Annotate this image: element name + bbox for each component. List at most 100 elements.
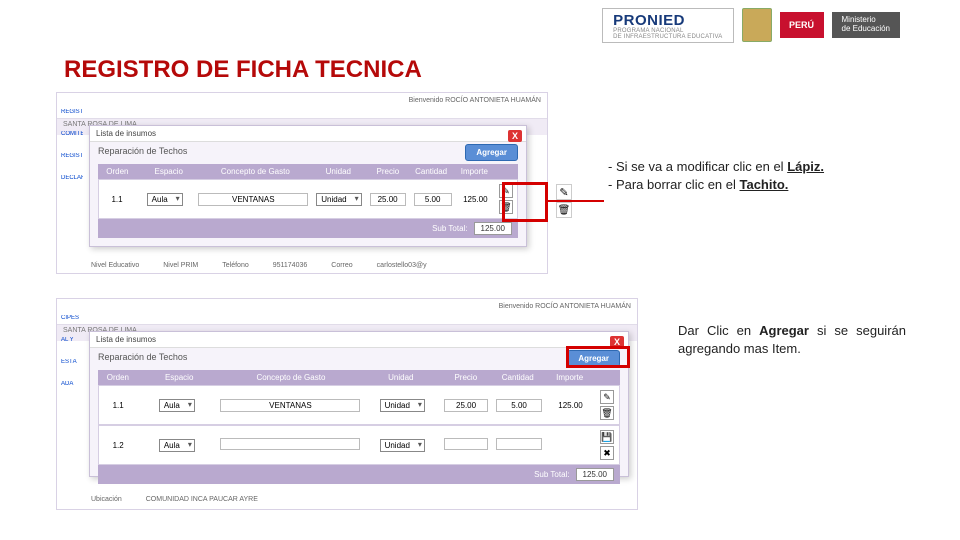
table-header: OrdenEspacioConcepto de GastoUnidadPreci… [98,164,518,179]
sidebar-item[interactable]: ADA [61,381,83,387]
cell-input[interactable]: 25.00 [370,193,406,206]
col-header: Importe [544,370,595,385]
sidebar: REGISTRO F COMITÉ Y REGISTRO DECLARA [57,93,85,273]
cell-input[interactable] [220,438,360,450]
sidebar-item[interactable]: ESTÁ [61,359,83,365]
strip-field: 951174036 [273,262,308,269]
cell-input[interactable]: VENTANAS [198,193,308,206]
subtotal-row: Sub Total: 125.00 [98,465,620,484]
cell-text: 1.2 [99,438,137,453]
cell-input[interactable] [444,438,488,450]
col-header: Precio [440,370,491,385]
pronied-sub2: DE INFRAESTRUCTURA EDUCATIVA [613,34,722,40]
cell-text [546,442,595,448]
col-header: Importe [453,164,495,179]
repair-title: Reparación de Techos [98,352,187,362]
agregar-button[interactable]: Agregar [465,144,518,161]
sidebar: CIPES AL Y ESTÁ ADA [57,299,85,509]
col-header: Espacio [137,164,201,179]
col-header: Concepto de Gasto [221,370,362,385]
delete-icon[interactable]: 🗑 [600,406,614,420]
table-header: OrdenEspacioConcepto de GastoUnidadPreci… [98,370,620,385]
arrow-to-note-1 [548,200,604,202]
strip-field: carlostello03@y [377,262,427,269]
screenshot-1: SANTA ROSA DE LIMA Bienvenido ROCÍO ANTO… [56,92,548,274]
cell-input[interactable]: VENTANAS [220,399,360,412]
note-2: Dar Clic en Agregar si se seguirán agreg… [678,322,906,357]
col-header [595,370,620,385]
sidebar-item[interactable]: AL Y [61,337,83,343]
highlight-agregar [566,346,630,368]
cell-text: 125.00 [456,192,495,207]
espacio-select[interactable]: Aula [159,439,195,452]
unidad-select[interactable]: Unidad [380,439,425,452]
peru-flag: PERÚ [780,12,824,38]
page-title: REGISTRO DE FICHA TECNICA [64,56,422,84]
cell-text: 125.00 [546,398,595,413]
modal-subtitle-row: Reparación de Techos Agregar [90,142,526,160]
modal-titlebar: Lista de insumos [90,126,526,142]
edit-icon[interactable]: ✎ [600,390,614,404]
col-header: Precio [367,164,409,179]
subtotal-label: Sub Total: [432,224,467,233]
close-icon[interactable]: X [508,130,522,142]
repair-title: Reparación de Techos [98,146,187,156]
cell-input[interactable]: 5.00 [496,399,542,412]
unidad-select[interactable]: Unidad [316,193,361,206]
cell-input[interactable] [496,438,542,450]
col-header: Unidad [361,370,440,385]
sidebar-item[interactable]: DECLARA [61,175,83,181]
strip-field: Ubicación [91,496,122,503]
welcome-text: Bienvenido ROCÍO ANTONIETA HUAMÁN [499,303,631,310]
strip-field: COMUNIDAD INCA PAUCAR AYRE [146,496,258,503]
highlight-icons [502,182,548,222]
cancel-icon[interactable]: ✖ [600,446,614,460]
subtotal-value: 125.00 [474,222,512,235]
note-1: - Si se va a modificar clic en el Lápiz.… [608,158,908,193]
col-header: Orden [98,370,138,385]
col-header: Cantidad [491,370,544,385]
sidebar-item[interactable]: COMITÉ Y [61,131,83,137]
gov-header: PRONIED PROGRAMA NACIONAL DE INFRAESTRUC… [602,4,900,46]
escudo-icon [742,8,772,42]
cell-input[interactable]: 25.00 [444,399,488,412]
espacio-select[interactable]: Aula [147,193,183,206]
strip-field: Nivel PRIM [163,262,198,269]
info-strip: Nivel Educativo Nivel PRIM Teléfono 9511… [57,260,547,271]
subtotal-label: Sub Total: [534,470,569,479]
edit-icon[interactable]: ✎ [556,184,572,200]
col-header: Concepto de Gasto [201,164,310,179]
screenshot-2: SANTA ROSA DE LIMA Bienvenido ROCÍO ANTO… [56,298,638,510]
welcome-text: Bienvenido ROCÍO ANTONIETA HUAMÁN [409,97,541,104]
disk-icon[interactable]: 💾 [600,430,614,444]
unidad-select[interactable]: Unidad [380,399,425,412]
subtotal-row: Sub Total: 125.00 [98,219,518,238]
strip-field: Correo [331,262,352,269]
table-row: 1.1AulaVENTANASUnidad25.005.00125.00✎🗑 [98,179,518,219]
strip-field: Nivel Educativo [91,262,139,269]
minedu-box: Ministerio de Educación [832,12,900,38]
strip-field: Teléfono [222,262,248,269]
table-row: 1.1 Aula VENTANAS Unidad 25.00 5.00 125.00 ✎ 🗑 [98,385,620,425]
sidebar-item[interactable]: CIPES [61,315,83,321]
col-header: Unidad [310,164,367,179]
sidebar-item[interactable]: REGISTRO [61,153,83,159]
modal-titlebar: Lista de insumos [90,332,628,348]
delete-icon[interactable]: 🗑 [556,202,572,218]
modal-subtitle-row: Reparación de Techos Agregar [90,348,628,366]
pronied-logo: PRONIED PROGRAMA NACIONAL DE INFRAESTRUC… [602,8,733,43]
col-header [496,164,518,179]
cell-input[interactable]: 5.00 [414,193,452,206]
table-row: 1.2 Aula Unidad 💾 ✖ [98,425,620,465]
subtotal-value: 125.00 [576,468,614,481]
col-header: Cantidad [409,164,453,179]
espacio-select[interactable]: Aula [159,399,195,412]
insumos-modal: Lista de insumos X Reparación de Techos … [89,125,527,247]
minedu-l2: de Educación [842,25,890,34]
cell-text: 1.1 [99,398,137,413]
cell-text: 1.1 [99,192,135,207]
sidebar-item[interactable]: REGISTRO F [61,109,83,115]
pronied-title: PRONIED [613,13,722,28]
info-strip: Ubicación COMUNIDAD INCA PAUCAR AYRE [57,494,637,505]
col-header: Espacio [138,370,221,385]
